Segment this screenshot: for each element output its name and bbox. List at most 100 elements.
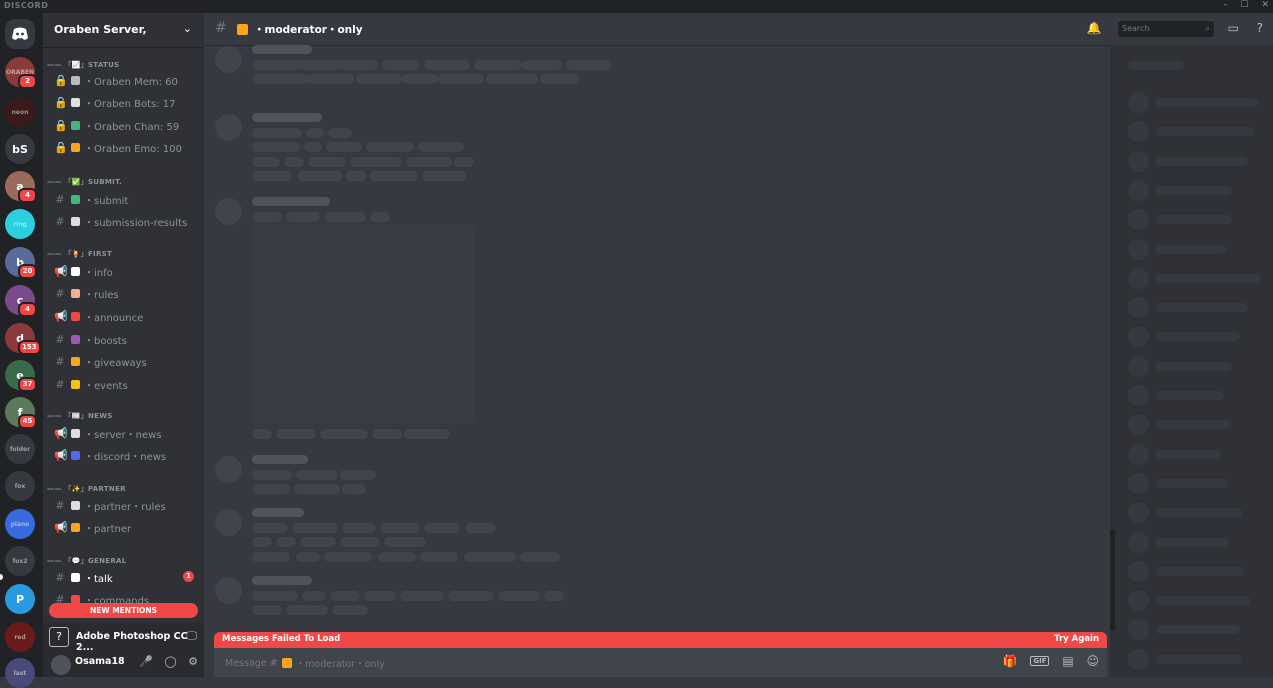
help-icon[interactable]: ?	[1257, 21, 1263, 35]
server-name[interactable]: Oraben Server,	[54, 23, 147, 36]
server-icon[interactable]: plane	[5, 509, 35, 539]
app-brand: DISCORD	[4, 1, 49, 10]
text-placeholder	[402, 74, 438, 84]
server-icon[interactable]: bS	[5, 134, 35, 164]
channel-item[interactable]: # ・talk 1	[54, 568, 200, 586]
text-placeholder	[252, 469, 292, 480]
megaphone-icon: 📢	[54, 264, 68, 278]
server-icon[interactable]: ring	[5, 209, 35, 239]
emoji-picker-icon[interactable]: ☺	[1086, 654, 1099, 668]
text-placeholder	[424, 59, 470, 70]
channel-item[interactable]: # ・submit	[54, 190, 200, 208]
category-header[interactable]: —— 「📰」NEWS	[47, 411, 113, 421]
message-input[interactable]: Message # ・moderator・only 🎁 GIF ▤ ☺	[214, 648, 1107, 677]
member-name-placeholder	[1156, 332, 1240, 342]
search-input[interactable]: Search ⌕	[1118, 21, 1214, 37]
channel-item[interactable]: 📢 ・info	[54, 262, 200, 280]
text-placeholder	[448, 590, 494, 601]
channel-item[interactable]: 📢 ・partner	[54, 519, 200, 537]
inbox-icon[interactable]: ▭	[1228, 21, 1239, 35]
text-placeholder	[308, 156, 346, 167]
member-avatar-placeholder	[1128, 326, 1149, 348]
fail-message: Messages Failed To Load	[222, 634, 341, 644]
channel-item[interactable]: # ・giveaways	[54, 353, 200, 371]
minimize-icon[interactable]: –	[1223, 0, 1228, 10]
close-icon[interactable]: ✕	[1261, 0, 1269, 10]
hash-icon: #	[55, 332, 65, 346]
category-header[interactable]: —— 「✨」PARTNER	[47, 484, 126, 494]
server-label: plane	[10, 520, 30, 528]
category-header[interactable]: —— 「✅」SUBMIT.	[47, 177, 122, 187]
channel-item[interactable]: # ・submission-results	[54, 213, 200, 231]
channel-item[interactable]: # ・partner・rules	[54, 496, 200, 514]
channel-item[interactable]: # ・commands	[54, 591, 200, 609]
category-header[interactable]: —— 「📈」STATUS	[47, 60, 119, 70]
server-icon[interactable]: last	[5, 658, 35, 688]
placeholder-prefix: Message #	[225, 657, 278, 669]
maximize-icon[interactable]: ☐	[1241, 0, 1249, 10]
channel-item[interactable]: # ・boosts	[54, 330, 200, 348]
gif-icon[interactable]: GIF	[1030, 656, 1050, 666]
text-placeholder	[276, 429, 316, 439]
channel-item[interactable]: 🔒 ・Oraben Mem: 60	[54, 71, 200, 89]
text-placeholder	[252, 537, 272, 547]
text-placeholder	[370, 171, 418, 181]
server-header[interactable]: Oraben Server, ⌄	[43, 13, 204, 48]
channel-item[interactable]: # ・rules	[54, 285, 200, 303]
text-placeholder	[522, 59, 562, 70]
screen-share-icon[interactable]: 🖵	[186, 629, 197, 643]
try-again-button[interactable]: Try Again	[1054, 634, 1099, 644]
gear-icon[interactable]: ⚙	[188, 655, 198, 668]
chevron-down-icon[interactable]: ⌄	[183, 22, 192, 35]
server-icon[interactable]: folder	[5, 434, 35, 464]
category-header[interactable]: —— 「🍹」FIRST	[47, 249, 112, 259]
server-label: red	[14, 633, 26, 641]
text-placeholder	[382, 59, 420, 70]
channel-item[interactable]: # ・events	[54, 376, 200, 394]
member-avatar-placeholder	[1128, 443, 1149, 465]
channel-item[interactable]: 📢 ・announce	[54, 307, 200, 325]
hash-icon: #	[55, 215, 65, 228]
avatar[interactable]	[51, 655, 71, 675]
bell-icon[interactable]: 🔔	[1086, 21, 1101, 35]
server-icon[interactable]: fox2	[5, 546, 35, 576]
title-bar: DISCORD – ☐ ✕	[0, 0, 1273, 13]
server-label: P	[15, 592, 25, 606]
server-icon[interactable]: red	[5, 622, 35, 652]
lock-icon: 🔒	[54, 96, 68, 109]
server-icon[interactable]: neon	[5, 97, 35, 127]
text-placeholder	[300, 537, 336, 547]
text-placeholder	[298, 171, 342, 181]
channel-name: ・Oraben Emo: 100	[84, 144, 182, 155]
server-label: fox	[14, 482, 26, 490]
text-placeholder	[422, 171, 466, 181]
gift-icon[interactable]: 🎁	[1003, 654, 1018, 668]
emoji-icon	[71, 143, 80, 152]
text-placeholder	[328, 127, 352, 138]
server-icon[interactable]: P	[5, 584, 35, 614]
channel-item[interactable]: 📢 ・server・news	[54, 424, 200, 442]
category-header[interactable]: —— 「💬」GENERAL	[47, 556, 127, 566]
unread-badge: 45	[18, 414, 37, 429]
headphones-icon[interactable]: ◯	[164, 655, 176, 668]
member-avatar-placeholder	[1128, 297, 1149, 319]
mute-icon[interactable]: 🎤	[139, 655, 153, 668]
server-label: neon	[11, 108, 29, 116]
server-icon[interactable]: fox	[5, 471, 35, 501]
member-name-placeholder	[1156, 449, 1220, 459]
channel-name: ・Oraben Bots: 17	[84, 99, 176, 110]
member-avatar-placeholder	[1128, 150, 1149, 172]
server-label: bS	[12, 142, 28, 156]
search-placeholder: Search	[1122, 24, 1150, 33]
channel-item[interactable]: 📢 ・discord・news	[54, 447, 200, 465]
channel-item[interactable]: 🔒 ・Oraben Emo: 100	[54, 139, 200, 157]
text-placeholder	[252, 59, 302, 70]
server-label: ring	[13, 220, 27, 228]
sticker-icon[interactable]: ▤	[1062, 654, 1073, 668]
text-placeholder	[378, 551, 416, 562]
home-button[interactable]	[5, 19, 35, 49]
message-placeholder: Message # ・moderator・only	[225, 656, 385, 671]
window-controls[interactable]: – ☐ ✕	[1213, 0, 1269, 10]
channel-item[interactable]: 🔒 ・Oraben Bots: 17	[54, 94, 200, 112]
channel-item[interactable]: 🔒 ・Oraben Chan: 59	[54, 116, 200, 134]
